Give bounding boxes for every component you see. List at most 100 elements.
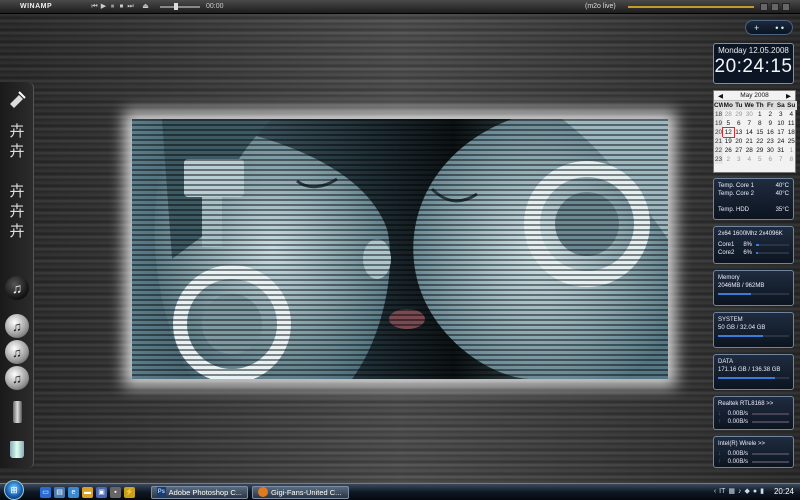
calendar-day[interactable]: 13 <box>734 128 745 137</box>
next-month-button[interactable]: ▶ <box>786 92 791 100</box>
calendar-day[interactable]: 2 <box>765 110 776 119</box>
calendar-day[interactable]: 5 <box>755 155 766 164</box>
shield-tray-icon[interactable]: ◆ <box>745 487 750 495</box>
calendar-day[interactable]: 17 <box>776 128 787 137</box>
calendar-day[interactable]: 30 <box>765 146 776 155</box>
calendar-day[interactable]: 7 <box>744 119 755 128</box>
calendar-day[interactable]: 7 <box>776 155 787 164</box>
calendar-day[interactable]: 19 <box>723 137 734 146</box>
memory-title: Memory <box>718 275 740 281</box>
calendar-day[interactable]: 1 <box>786 146 797 155</box>
network2-title: Intel(R) Wirele >> <box>718 441 766 447</box>
itunes-dark-icon[interactable]: ♫ <box>5 276 29 300</box>
calendar-day[interactable]: 4 <box>744 155 755 164</box>
calendar-day[interactable]: 28 <box>723 110 734 119</box>
phone-icon[interactable] <box>5 400 29 424</box>
clock-gadget[interactable]: Monday 12.05.2008 20:24:15 <box>713 43 794 84</box>
calendar-gadget[interactable]: ◀ May 2008 ▶ CW Mo Tu We Th Fr Sa Su 18 28 29 30 1 2 3… <box>713 90 797 173</box>
upload-arrow-icon: ↑ <box>718 419 721 425</box>
network-gadget-intel[interactable]: Intel(R) Wirele >> ↓ 0.00B/s ↑ 0.00B/s <box>713 436 794 468</box>
taskbar-photoshop[interactable]: Ps Adobe Photoshop C... <box>151 485 248 499</box>
itunes-icon-3[interactable]: ♫ <box>5 366 29 390</box>
calendar-day[interactable]: 16 <box>765 128 776 137</box>
calendar-day[interactable]: 8 <box>786 155 797 164</box>
next-icon[interactable]: ⏭ <box>126 3 135 11</box>
switch-windows-icon[interactable]: ▤ <box>54 486 65 498</box>
calendar-day[interactable]: 20 <box>734 137 745 146</box>
calendar-day[interactable]: 29 <box>755 146 766 155</box>
temperature-gadget[interactable]: Temp. Core 1 40°C Temp. Core 2 40°C Temp. … <box>713 178 794 220</box>
calendar-day[interactable]: 22 <box>755 137 766 146</box>
seek-bar[interactable] <box>628 6 754 8</box>
lightning-icon[interactable]: ⚡ <box>124 486 135 498</box>
calendar-day[interactable]: 14 <box>744 128 755 137</box>
calendar-day[interactable]: 24 <box>776 137 787 146</box>
add-gadget-button[interactable]: + <box>754 23 759 33</box>
internet-explorer-icon[interactable]: e <box>68 486 79 498</box>
calendar-day[interactable]: 18 <box>786 128 797 137</box>
calendar-day[interactable]: 2 <box>723 155 734 164</box>
calendar-day[interactable]: 12 <box>722 127 735 138</box>
taskbar-browser[interactable]: Gigi-Fans-United C... <box>252 485 349 499</box>
volume-tray-icon[interactable]: ♪ <box>738 488 742 495</box>
calendar-day[interactable]: 11 <box>786 119 797 128</box>
sidebar-nav-dots[interactable]: • • <box>775 23 784 33</box>
calendar-day[interactable]: 30 <box>744 110 755 119</box>
calendar-day[interactable]: 10 <box>776 119 787 128</box>
calendar-day[interactable]: 1 <box>755 110 766 119</box>
data-drive-gadget[interactable]: DATA 171.16 GB / 136.38 GB <box>713 354 794 390</box>
network-tray-icon[interactable]: ▦ <box>728 487 735 495</box>
play-icon[interactable]: ▶ <box>99 3 108 11</box>
network1-title: Realtek RTL8168 >> <box>718 401 774 407</box>
network-gadget-realtek[interactable]: Realtek RTL8168 >> ↓ 0.00B/s ↑ 0.00B/s <box>713 396 794 430</box>
calendar-header-cell: CW <box>714 101 725 110</box>
calendar-day[interactable]: 5 <box>723 119 734 128</box>
volume-slider[interactable] <box>160 2 200 10</box>
calendar-day[interactable]: 3 <box>734 155 745 164</box>
pause-icon[interactable]: ⏸ <box>108 3 117 11</box>
recycle-bin-icon[interactable] <box>5 437 29 461</box>
system-drive-gadget[interactable]: SYSTEM 50 GB / 32.04 GB <box>713 312 794 348</box>
calendar-day[interactable]: 3 <box>776 110 787 119</box>
winamp-menu-button[interactable] <box>760 3 768 11</box>
calendar-day[interactable]: 25 <box>786 137 797 146</box>
eject-icon[interactable]: ⏏ <box>141 3 150 11</box>
clock-time: 20:24:15 <box>714 56 793 77</box>
calendar-day[interactable]: 8 <box>755 119 766 128</box>
quick-launch-icon[interactable]: ▪ <box>110 486 121 498</box>
itunes-icon-2[interactable]: ♫ <box>5 340 29 364</box>
calendar-day[interactable]: 6 <box>765 155 776 164</box>
audio-glyph-icon-5[interactable]: 卉 <box>5 218 29 242</box>
calendar-day[interactable]: 28 <box>744 146 755 155</box>
tray-chevron-icon[interactable]: ‹ <box>714 488 716 495</box>
show-desktop-icon[interactable]: ▭ <box>40 486 51 498</box>
previous-icon[interactable]: ⏮ <box>90 3 99 11</box>
memory-gadget[interactable]: Memory 2046MB / 962MB <box>713 270 794 306</box>
stop-icon[interactable]: ⏹ <box>117 3 126 11</box>
calendar-day[interactable]: 31 <box>776 146 787 155</box>
itunes-icon-1[interactable]: ♫ <box>5 314 29 338</box>
winamp-minimize-button[interactable] <box>771 3 779 11</box>
calendar-day[interactable]: 4 <box>786 110 797 119</box>
calendar-day[interactable]: 21 <box>744 137 755 146</box>
calendar-day[interactable]: 23 <box>765 137 776 146</box>
audio-glyph-icon-2[interactable]: 卉 <box>5 138 29 162</box>
cpu-gadget[interactable]: 2x64 1600Mhz 2x4096K Core1 8% Core2 6% <box>713 226 794 264</box>
calendar-day[interactable]: 26 <box>723 146 734 155</box>
network1-upload: 0.00B/s <box>727 419 748 425</box>
winamp-close-button[interactable] <box>782 3 790 11</box>
calendar-day[interactable]: 6 <box>734 119 745 128</box>
audio-cable-icon[interactable] <box>5 88 29 112</box>
calendar-day[interactable]: 9 <box>765 119 776 128</box>
calendar-day[interactable]: 29 <box>734 110 745 119</box>
power-tray-icon[interactable]: ▮ <box>760 487 764 495</box>
media-icon[interactable]: ▣ <box>96 486 107 498</box>
calendar-day[interactable]: 15 <box>755 128 766 137</box>
calendar-day[interactable]: 27 <box>734 146 745 155</box>
taskbar-clock[interactable]: 20:24 <box>774 487 794 496</box>
folder-icon[interactable]: ▬ <box>82 486 93 498</box>
language-indicator[interactable]: IT <box>719 488 725 495</box>
prev-month-button[interactable]: ◀ <box>718 92 723 100</box>
antivirus-tray-icon[interactable]: ● <box>753 488 757 495</box>
start-button[interactable]: ⊞ <box>4 480 24 500</box>
